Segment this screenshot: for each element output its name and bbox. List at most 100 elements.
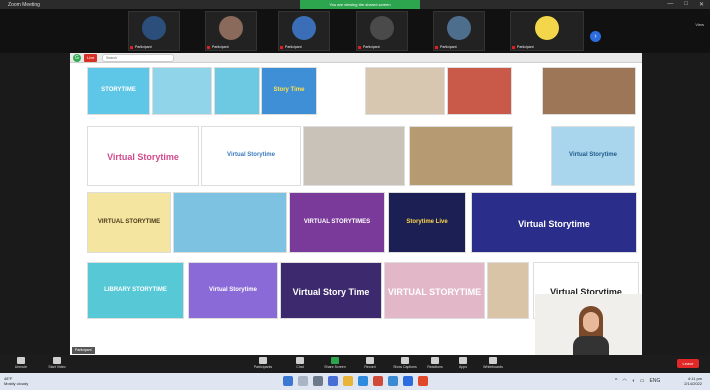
mic-icon	[17, 357, 25, 364]
participants-button[interactable]: Participants	[248, 356, 278, 372]
share-screen-button[interactable]: Share Screen	[320, 356, 350, 372]
mail-icon[interactable]	[388, 376, 398, 386]
clock[interactable]: 4:11 pm 2/14/2022	[684, 376, 702, 386]
image-result-thumbnail[interactable]	[447, 67, 512, 115]
thumbnail-caption: Virtual Storytime	[227, 152, 275, 158]
thumbnail-caption: Virtual Storytime	[209, 287, 257, 293]
participants-icon	[259, 357, 267, 364]
maximize-icon[interactable]: □	[684, 1, 688, 8]
avatar	[370, 16, 394, 40]
chrome-icon[interactable]	[418, 376, 428, 386]
screen-share-banner[interactable]: You are viewing the shared screen	[300, 0, 420, 9]
participant-tile[interactable]: Participant	[128, 11, 180, 51]
participant-tile[interactable]: Participant	[278, 11, 330, 51]
google-logo-icon[interactable]: G	[73, 54, 81, 62]
image-result-thumbnail[interactable]: Virtual Story Time	[280, 262, 382, 319]
reactions-button[interactable]: Reactions	[420, 356, 450, 372]
image-result-thumbnail[interactable]: Virtual Storytime	[87, 126, 199, 186]
self-view-video[interactable]	[535, 294, 642, 355]
record-button[interactable]: Record	[355, 356, 385, 372]
participants-label: Participants	[253, 365, 273, 369]
meeting-toolbar: Unmute Start Video Participants Chat Sha…	[0, 355, 710, 373]
image-result-thumbnail[interactable]: Storytime Live	[388, 192, 466, 253]
unmute-label: Unmute	[14, 365, 28, 369]
image-result-thumbnail[interactable]	[365, 67, 445, 115]
image-result-thumbnail[interactable]	[152, 67, 212, 115]
image-result-thumbnail[interactable]	[173, 192, 287, 253]
start-video-button[interactable]: Start Video	[42, 356, 72, 372]
image-result-thumbnail[interactable]: Virtual Storytime	[188, 262, 278, 319]
language-indicator[interactable]: ENG	[650, 378, 661, 384]
live-badge: Live	[84, 54, 98, 62]
participant-strip: Participant Participant Participant Part…	[0, 9, 710, 53]
weather-widget[interactable]: 48°F Mostly cloudy	[4, 376, 28, 386]
image-result-thumbnail[interactable]: VIRTUAL STORYTIME	[384, 262, 485, 319]
edge-icon[interactable]	[358, 376, 368, 386]
image-result-thumbnail[interactable]: Virtual Storytime	[201, 126, 301, 186]
file-explorer-icon[interactable]	[343, 376, 353, 386]
show-captions-button[interactable]: Show Captions	[390, 356, 420, 372]
participant-tile[interactable]: Participant	[433, 11, 485, 51]
muted-mic-icon	[130, 46, 133, 49]
participant-tile[interactable]: Participant	[205, 11, 257, 51]
volume-icon[interactable]: ◖	[632, 378, 635, 384]
muted-mic-icon	[280, 46, 283, 49]
unmute-button[interactable]: Unmute	[6, 356, 36, 372]
start-video-label: Start Video	[48, 365, 66, 369]
image-result-thumbnail[interactable]: VIRTUAL STORYTIME	[87, 192, 171, 253]
browser-toolbar: G Live Search	[70, 53, 642, 63]
search-icon[interactable]	[298, 376, 308, 386]
share-screen-label: Share Screen	[324, 365, 346, 369]
image-result-thumbnail[interactable]	[214, 67, 260, 115]
chat-button[interactable]: Chat	[285, 356, 315, 372]
chevron-up-icon[interactable]: ^	[615, 378, 617, 384]
task-view-icon[interactable]	[313, 376, 323, 386]
image-result-thumbnail[interactable]	[487, 262, 529, 319]
image-result-thumbnail[interactable]: Virtual Storytime	[471, 192, 637, 253]
windows-taskbar: 48°F Mostly cloudy ^ ◠ ◖ ▭ ENG 4:11 pm 2…	[0, 373, 710, 390]
image-result-thumbnail[interactable]	[542, 67, 636, 115]
wifi-icon[interactable]: ◠	[622, 378, 626, 384]
reactions-label: Reactions	[427, 365, 443, 369]
address-bar[interactable]: Search	[102, 54, 174, 62]
minimize-icon[interactable]: —	[667, 1, 673, 8]
participant-name: Participant	[517, 45, 534, 49]
thumbnail-caption: Virtual Story Time	[292, 287, 370, 297]
zoom-icon[interactable]	[403, 376, 413, 386]
record-label: Record	[364, 365, 376, 369]
image-result-thumbnail[interactable]: Virtual Storytime	[551, 126, 635, 186]
person-face	[583, 312, 599, 332]
clock-date: 2/14/2022	[684, 381, 702, 386]
window-title: Zoom Meeting	[8, 1, 40, 8]
image-result-thumbnail[interactable]	[409, 126, 513, 186]
image-result-thumbnail[interactable]: STORYTIME	[87, 67, 150, 115]
participant-tile-active[interactable]: Participant	[510, 11, 584, 51]
view-button[interactable]: View	[695, 22, 704, 27]
thumbnail-caption: Story Time	[273, 87, 305, 93]
close-icon[interactable]: ✕	[699, 1, 704, 8]
start-icon[interactable]	[283, 376, 293, 386]
muted-mic-icon	[435, 46, 438, 49]
apps-button[interactable]: Apps	[448, 356, 478, 372]
muted-mic-icon	[358, 46, 361, 49]
next-page-button[interactable]: ›	[590, 31, 601, 42]
office-icon[interactable]	[373, 376, 383, 386]
whiteboards-button[interactable]: Whiteboards	[478, 356, 508, 372]
leave-button[interactable]: Leave	[677, 359, 699, 368]
whiteboard-icon	[489, 357, 497, 364]
widgets-icon[interactable]	[328, 376, 338, 386]
thumbnail-caption: Virtual Storytime	[569, 152, 617, 158]
image-result-thumbnail[interactable]: Story Time	[261, 67, 317, 115]
image-result-thumbnail[interactable]: VIRTUAL STORYTIMES	[289, 192, 385, 253]
share-screen-icon	[331, 357, 339, 364]
battery-icon[interactable]: ▭	[640, 378, 645, 384]
image-result-thumbnail[interactable]: LIBRARY STORYTIME	[87, 262, 184, 319]
video-icon	[53, 357, 61, 364]
thumbnail-caption: VIRTUAL STORYTIME	[387, 287, 482, 297]
image-result-thumbnail[interactable]	[303, 126, 405, 186]
window-titlebar: Zoom Meeting You are viewing the shared …	[0, 0, 710, 9]
participant-name: Participant	[285, 45, 302, 49]
participant-tile[interactable]: Participant	[356, 11, 408, 51]
captions-icon	[401, 357, 409, 364]
muted-mic-icon	[512, 46, 515, 49]
